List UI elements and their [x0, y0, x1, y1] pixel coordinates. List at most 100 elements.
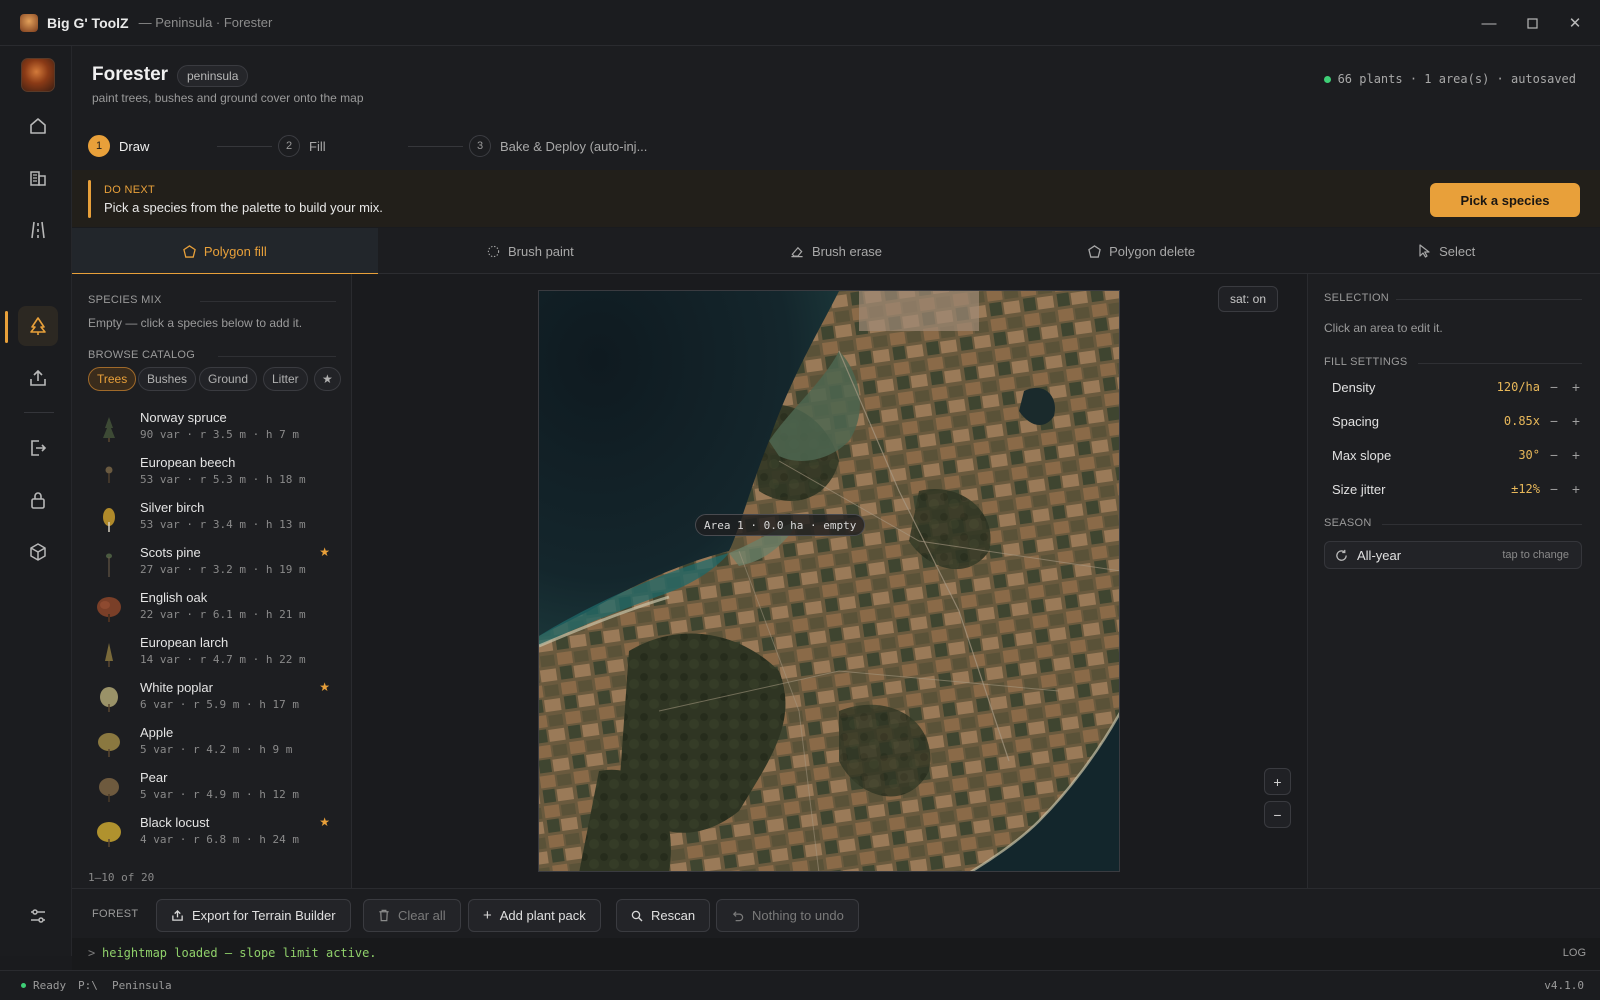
species-item[interactable]: European beech 53 var · r 5.3 m · h 18 m [88, 451, 336, 497]
autosave-status: 66 plants · 1 area(s) · autosaved [1323, 72, 1576, 86]
properties-panel: SELECTION Click an area to edit it. FILL… [1307, 274, 1600, 888]
log-line: heightmap loaded — slope limit active. [102, 946, 377, 960]
step-bake-deploy[interactable]: 3 Bake & Deploy (auto-inj... [469, 135, 647, 157]
zoom-out-button[interactable]: − [1264, 801, 1291, 828]
rescan-button[interactable]: Rescan [616, 899, 711, 932]
cube-icon[interactable] [18, 532, 58, 572]
lock-icon[interactable] [18, 480, 58, 520]
status-text: 66 plants · 1 area(s) · autosaved [1337, 72, 1576, 86]
status-drive: P:\ [78, 979, 98, 992]
species-name: Norway spruce [140, 410, 227, 425]
season-label: SEASON [1324, 517, 1372, 529]
selection-label: SELECTION [1324, 292, 1390, 304]
tab-label: Select [1439, 243, 1476, 259]
window-subtitle: — Peninsula · Forester [138, 15, 273, 30]
species-item[interactable]: English oak 22 var · r 6.1 m · h 21 m [88, 586, 336, 632]
species-item[interactable]: Apple 5 var · r 4.2 m · h 9 m [88, 721, 336, 767]
clear-all-button[interactable]: Clear all [363, 899, 461, 932]
filter-trees[interactable]: Trees [88, 367, 137, 391]
filter-favorites[interactable]: ★ [314, 367, 341, 391]
species-item[interactable]: Pear 5 var · r 4.9 m · h 12 m [88, 766, 336, 812]
button-label: Add plant pack [499, 908, 586, 923]
workflow-stepper: 1 Draw 2 Fill 3 Bake & Deploy (auto-inj.… [72, 126, 1600, 170]
step-fill[interactable]: 2 Fill [278, 135, 326, 157]
minimize-icon[interactable]: — [1468, 0, 1510, 46]
decrement-button[interactable]: − [1550, 379, 1558, 395]
road-icon[interactable] [18, 210, 58, 250]
pear-tree-icon [99, 778, 119, 802]
tab-polygon-delete[interactable]: Polygon delete [989, 228, 1295, 274]
section-divider [218, 356, 336, 357]
button-label: Clear all [398, 908, 446, 923]
step-draw[interactable]: 1 Draw [88, 135, 149, 157]
action-bar: FOREST Export for Terrain Builder Clear … [72, 888, 1600, 938]
species-item[interactable]: Norway spruce 90 var · r 3.5 m · h 7 m [88, 406, 336, 452]
satellite-toggle[interactable]: sat: on [1218, 286, 1279, 312]
decrement-button[interactable]: − [1550, 481, 1558, 497]
filter-ground[interactable]: Ground [199, 367, 258, 391]
species-panel: SPECIES MIX Empty — click a species belo… [72, 274, 352, 888]
species-name: Black locust [140, 815, 210, 830]
filter-litter[interactable]: Litter [263, 367, 308, 391]
selection-hint: Click an area to edit it. [1324, 321, 1443, 335]
species-name: English oak [140, 590, 208, 605]
left-rail [0, 46, 72, 956]
add-plant-pack-button[interactable]: + Add plant pack [468, 899, 601, 932]
area-label[interactable]: Area 1 · 0.0 ha · empty [695, 514, 866, 536]
zoom-in-button[interactable]: + [1264, 768, 1291, 795]
species-name: Scots pine [140, 545, 201, 560]
increment-button[interactable]: + [1572, 379, 1580, 395]
status-bar: Ready P:\ Peninsula v4.1.0 [0, 970, 1600, 1000]
tree-icon[interactable] [18, 306, 58, 346]
tab-select[interactable]: Select [1294, 228, 1600, 274]
section-divider [200, 301, 336, 302]
species-item[interactable]: European larch 14 var · r 4.7 m · h 22 m [88, 631, 336, 677]
species-item[interactable]: Scots pine 27 var · r 3.2 m · h 19 m ★ [88, 541, 336, 587]
ready-dot-icon [21, 983, 26, 988]
species-meta: 5 var · r 4.9 m · h 12 m [140, 788, 299, 801]
increment-button[interactable]: + [1572, 481, 1580, 497]
star-icon: ★ [319, 680, 330, 694]
increment-button[interactable]: + [1572, 447, 1580, 463]
tab-polygon-fill[interactable]: Polygon fill [72, 228, 378, 275]
section-divider [1396, 299, 1582, 300]
log-toggle[interactable]: LOG [1563, 947, 1586, 959]
buildings-icon[interactable] [18, 158, 58, 198]
species-item[interactable]: White poplar 6 var · r 5.9 m · h 17 m ★ [88, 676, 336, 722]
arrow-out-icon[interactable] [18, 428, 58, 468]
satellite-image [539, 291, 1119, 871]
decrement-button[interactable]: − [1550, 413, 1558, 429]
satellite-map[interactable] [538, 290, 1120, 872]
section-divider [1382, 524, 1582, 525]
step-label: Fill [309, 138, 326, 154]
maximize-icon[interactable] [1511, 0, 1553, 46]
species-item[interactable]: Black locust 4 var · r 6.8 m · h 24 m ★ [88, 811, 336, 857]
upload-tray-icon[interactable] [18, 358, 58, 398]
species-pager: 1–10 of 20 [88, 871, 155, 884]
banner-accent-bar [88, 180, 91, 218]
tab-brush-erase[interactable]: Brush erase [683, 228, 989, 274]
species-mix-label: SPECIES MIX [88, 294, 162, 306]
star-icon: ★ [319, 545, 330, 559]
locust-icon [97, 822, 121, 847]
step-label: Draw [119, 138, 150, 154]
decrement-button[interactable]: − [1550, 447, 1558, 463]
tab-brush-paint[interactable]: Brush paint [378, 228, 684, 274]
pick-species-button[interactable]: Pick a species [1430, 183, 1580, 217]
home-icon[interactable] [18, 106, 58, 146]
page-header: Forester peninsula paint trees, bushes a… [72, 46, 1600, 126]
button-label: Rescan [651, 908, 696, 923]
filter-bushes[interactable]: Bushes [138, 367, 197, 391]
season-selector[interactable]: All-year tap to change [1324, 541, 1582, 569]
export-terrain-builder-button[interactable]: Export for Terrain Builder [156, 899, 351, 932]
close-icon[interactable]: ✕ [1554, 0, 1596, 46]
species-name: Silver birch [140, 500, 205, 515]
species-mix-empty: Empty — click a species below to add it. [88, 316, 303, 330]
increment-button[interactable]: + [1572, 413, 1580, 429]
setting-label: Density [1332, 379, 1376, 395]
undo-button[interactable]: Nothing to undo [716, 899, 859, 932]
species-item[interactable]: Silver birch 53 var · r 3.4 m · h 13 m [88, 496, 336, 542]
sliders-icon[interactable] [18, 896, 58, 936]
setting-value: 30° [1518, 448, 1540, 462]
undo-icon [732, 910, 744, 921]
